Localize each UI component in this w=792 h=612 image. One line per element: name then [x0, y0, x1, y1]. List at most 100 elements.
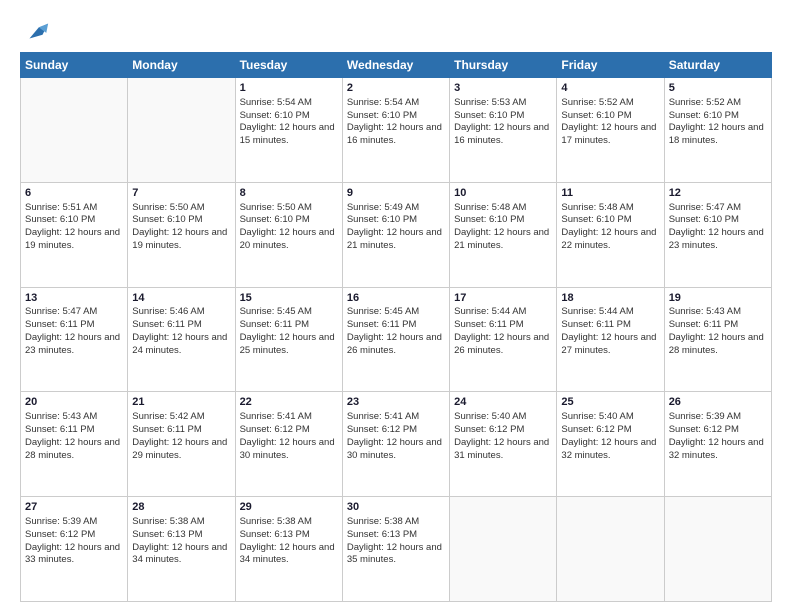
day-number: 6 [25, 186, 123, 201]
day-cell [557, 497, 664, 602]
day-info: Daylight: 12 hours and 32 minutes. [561, 437, 659, 463]
day-number: 22 [240, 395, 338, 410]
day-cell: 13Sunrise: 5:47 AMSunset: 6:11 PMDayligh… [21, 287, 128, 392]
col-header-tuesday: Tuesday [235, 53, 342, 78]
col-header-monday: Monday [128, 53, 235, 78]
day-info: Daylight: 12 hours and 22 minutes. [561, 227, 659, 253]
day-number: 26 [669, 395, 767, 410]
day-info: Daylight: 12 hours and 20 minutes. [240, 227, 338, 253]
day-info: Sunrise: 5:48 AM [454, 202, 552, 215]
day-info: Sunrise: 5:38 AM [240, 516, 338, 529]
week-row-1: 1Sunrise: 5:54 AMSunset: 6:10 PMDaylight… [21, 78, 772, 183]
day-info: Sunrise: 5:48 AM [561, 202, 659, 215]
day-info: Sunset: 6:12 PM [25, 529, 123, 542]
day-info: Daylight: 12 hours and 28 minutes. [669, 332, 767, 358]
day-info: Sunset: 6:12 PM [561, 424, 659, 437]
day-info: Sunset: 6:11 PM [347, 319, 445, 332]
day-number: 27 [25, 500, 123, 515]
day-cell: 29Sunrise: 5:38 AMSunset: 6:13 PMDayligh… [235, 497, 342, 602]
day-info: Daylight: 12 hours and 28 minutes. [25, 437, 123, 463]
day-info: Sunset: 6:10 PM [561, 214, 659, 227]
day-info: Sunset: 6:10 PM [240, 214, 338, 227]
day-number: 9 [347, 186, 445, 201]
day-info: Daylight: 12 hours and 19 minutes. [132, 227, 230, 253]
day-info: Sunrise: 5:52 AM [669, 97, 767, 110]
day-cell: 20Sunrise: 5:43 AMSunset: 6:11 PMDayligh… [21, 392, 128, 497]
day-cell: 4Sunrise: 5:52 AMSunset: 6:10 PMDaylight… [557, 78, 664, 183]
day-number: 12 [669, 186, 767, 201]
day-cell: 16Sunrise: 5:45 AMSunset: 6:11 PMDayligh… [342, 287, 449, 392]
day-cell: 3Sunrise: 5:53 AMSunset: 6:10 PMDaylight… [450, 78, 557, 183]
day-info: Daylight: 12 hours and 19 minutes. [25, 227, 123, 253]
day-cell: 12Sunrise: 5:47 AMSunset: 6:10 PMDayligh… [664, 182, 771, 287]
day-info: Sunset: 6:13 PM [347, 529, 445, 542]
day-info: Sunrise: 5:44 AM [454, 306, 552, 319]
col-header-wednesday: Wednesday [342, 53, 449, 78]
day-info: Sunset: 6:12 PM [240, 424, 338, 437]
day-info: Daylight: 12 hours and 16 minutes. [347, 122, 445, 148]
day-number: 25 [561, 395, 659, 410]
day-info: Daylight: 12 hours and 17 minutes. [561, 122, 659, 148]
day-info: Sunrise: 5:52 AM [561, 97, 659, 110]
day-info: Sunrise: 5:38 AM [132, 516, 230, 529]
day-cell: 30Sunrise: 5:38 AMSunset: 6:13 PMDayligh… [342, 497, 449, 602]
day-cell: 27Sunrise: 5:39 AMSunset: 6:12 PMDayligh… [21, 497, 128, 602]
day-info: Daylight: 12 hours and 27 minutes. [561, 332, 659, 358]
day-number: 8 [240, 186, 338, 201]
day-info: Sunset: 6:10 PM [454, 214, 552, 227]
day-info: Daylight: 12 hours and 26 minutes. [347, 332, 445, 358]
day-info: Sunrise: 5:41 AM [347, 411, 445, 424]
day-info: Sunset: 6:11 PM [25, 424, 123, 437]
day-info: Sunset: 6:10 PM [132, 214, 230, 227]
day-cell: 11Sunrise: 5:48 AMSunset: 6:10 PMDayligh… [557, 182, 664, 287]
day-info: Sunrise: 5:39 AM [25, 516, 123, 529]
day-info: Sunset: 6:11 PM [561, 319, 659, 332]
day-info: Sunrise: 5:45 AM [240, 306, 338, 319]
day-info: Sunset: 6:10 PM [347, 214, 445, 227]
day-number: 11 [561, 186, 659, 201]
day-info: Sunrise: 5:54 AM [240, 97, 338, 110]
day-info: Daylight: 12 hours and 29 minutes. [132, 437, 230, 463]
day-info: Daylight: 12 hours and 31 minutes. [454, 437, 552, 463]
day-number: 17 [454, 291, 552, 306]
day-info: Daylight: 12 hours and 32 minutes. [669, 437, 767, 463]
week-row-2: 6Sunrise: 5:51 AMSunset: 6:10 PMDaylight… [21, 182, 772, 287]
day-info: Sunrise: 5:41 AM [240, 411, 338, 424]
day-info: Sunrise: 5:43 AM [669, 306, 767, 319]
week-row-4: 20Sunrise: 5:43 AMSunset: 6:11 PMDayligh… [21, 392, 772, 497]
day-info: Sunrise: 5:45 AM [347, 306, 445, 319]
day-cell: 23Sunrise: 5:41 AMSunset: 6:12 PMDayligh… [342, 392, 449, 497]
day-number: 4 [561, 81, 659, 96]
day-cell: 5Sunrise: 5:52 AMSunset: 6:10 PMDaylight… [664, 78, 771, 183]
day-number: 29 [240, 500, 338, 515]
day-info: Sunrise: 5:38 AM [347, 516, 445, 529]
day-cell: 28Sunrise: 5:38 AMSunset: 6:13 PMDayligh… [128, 497, 235, 602]
day-info: Sunset: 6:13 PM [132, 529, 230, 542]
day-info: Daylight: 12 hours and 23 minutes. [669, 227, 767, 253]
day-info: Sunset: 6:11 PM [454, 319, 552, 332]
logo [20, 18, 50, 42]
day-number: 16 [347, 291, 445, 306]
day-info: Daylight: 12 hours and 23 minutes. [25, 332, 123, 358]
day-number: 14 [132, 291, 230, 306]
day-info: Sunset: 6:12 PM [454, 424, 552, 437]
day-info: Daylight: 12 hours and 16 minutes. [454, 122, 552, 148]
day-info: Daylight: 12 hours and 24 minutes. [132, 332, 230, 358]
day-number: 1 [240, 81, 338, 96]
col-header-sunday: Sunday [21, 53, 128, 78]
day-info: Sunset: 6:13 PM [240, 529, 338, 542]
day-number: 13 [25, 291, 123, 306]
day-number: 18 [561, 291, 659, 306]
day-info: Sunrise: 5:49 AM [347, 202, 445, 215]
day-cell: 25Sunrise: 5:40 AMSunset: 6:12 PMDayligh… [557, 392, 664, 497]
day-info: Daylight: 12 hours and 34 minutes. [132, 542, 230, 568]
day-info: Daylight: 12 hours and 25 minutes. [240, 332, 338, 358]
day-number: 19 [669, 291, 767, 306]
day-info: Sunset: 6:12 PM [669, 424, 767, 437]
day-number: 15 [240, 291, 338, 306]
day-info: Sunset: 6:11 PM [132, 424, 230, 437]
day-info: Sunrise: 5:40 AM [561, 411, 659, 424]
day-info: Sunrise: 5:40 AM [454, 411, 552, 424]
day-cell: 6Sunrise: 5:51 AMSunset: 6:10 PMDaylight… [21, 182, 128, 287]
week-row-5: 27Sunrise: 5:39 AMSunset: 6:12 PM Dayligh… [21, 497, 772, 602]
